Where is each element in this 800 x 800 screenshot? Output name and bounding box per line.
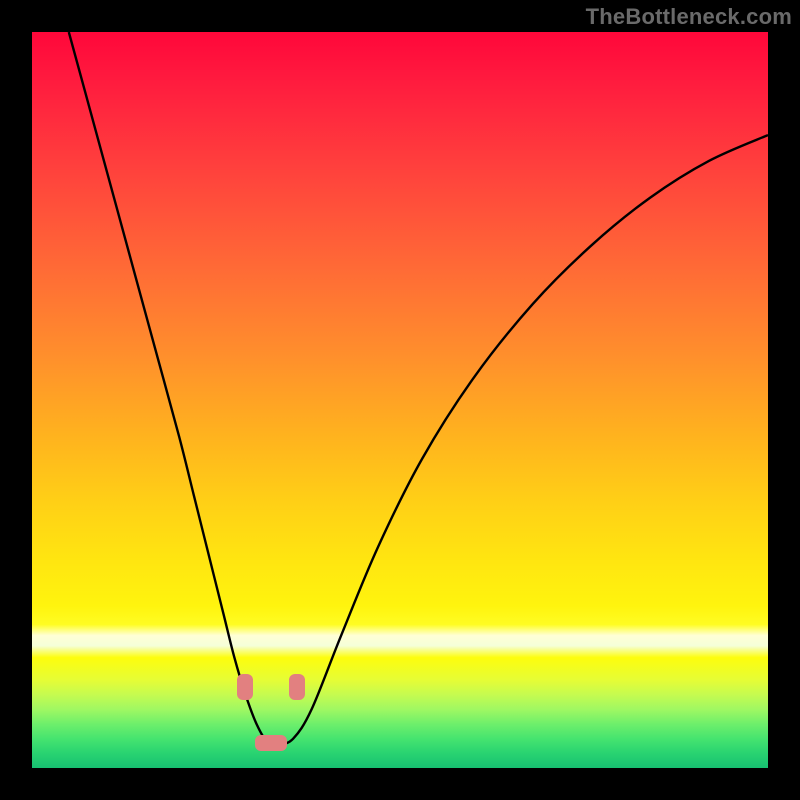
chart-frame: TheBottleneck.com xyxy=(0,0,800,800)
marker-right xyxy=(289,674,305,700)
bottleneck-curve xyxy=(69,32,768,745)
plot-area xyxy=(32,32,768,768)
marker-bottom xyxy=(255,735,287,751)
curve-layer xyxy=(32,32,768,768)
watermark-text: TheBottleneck.com xyxy=(586,4,792,30)
marker-left xyxy=(237,674,253,700)
